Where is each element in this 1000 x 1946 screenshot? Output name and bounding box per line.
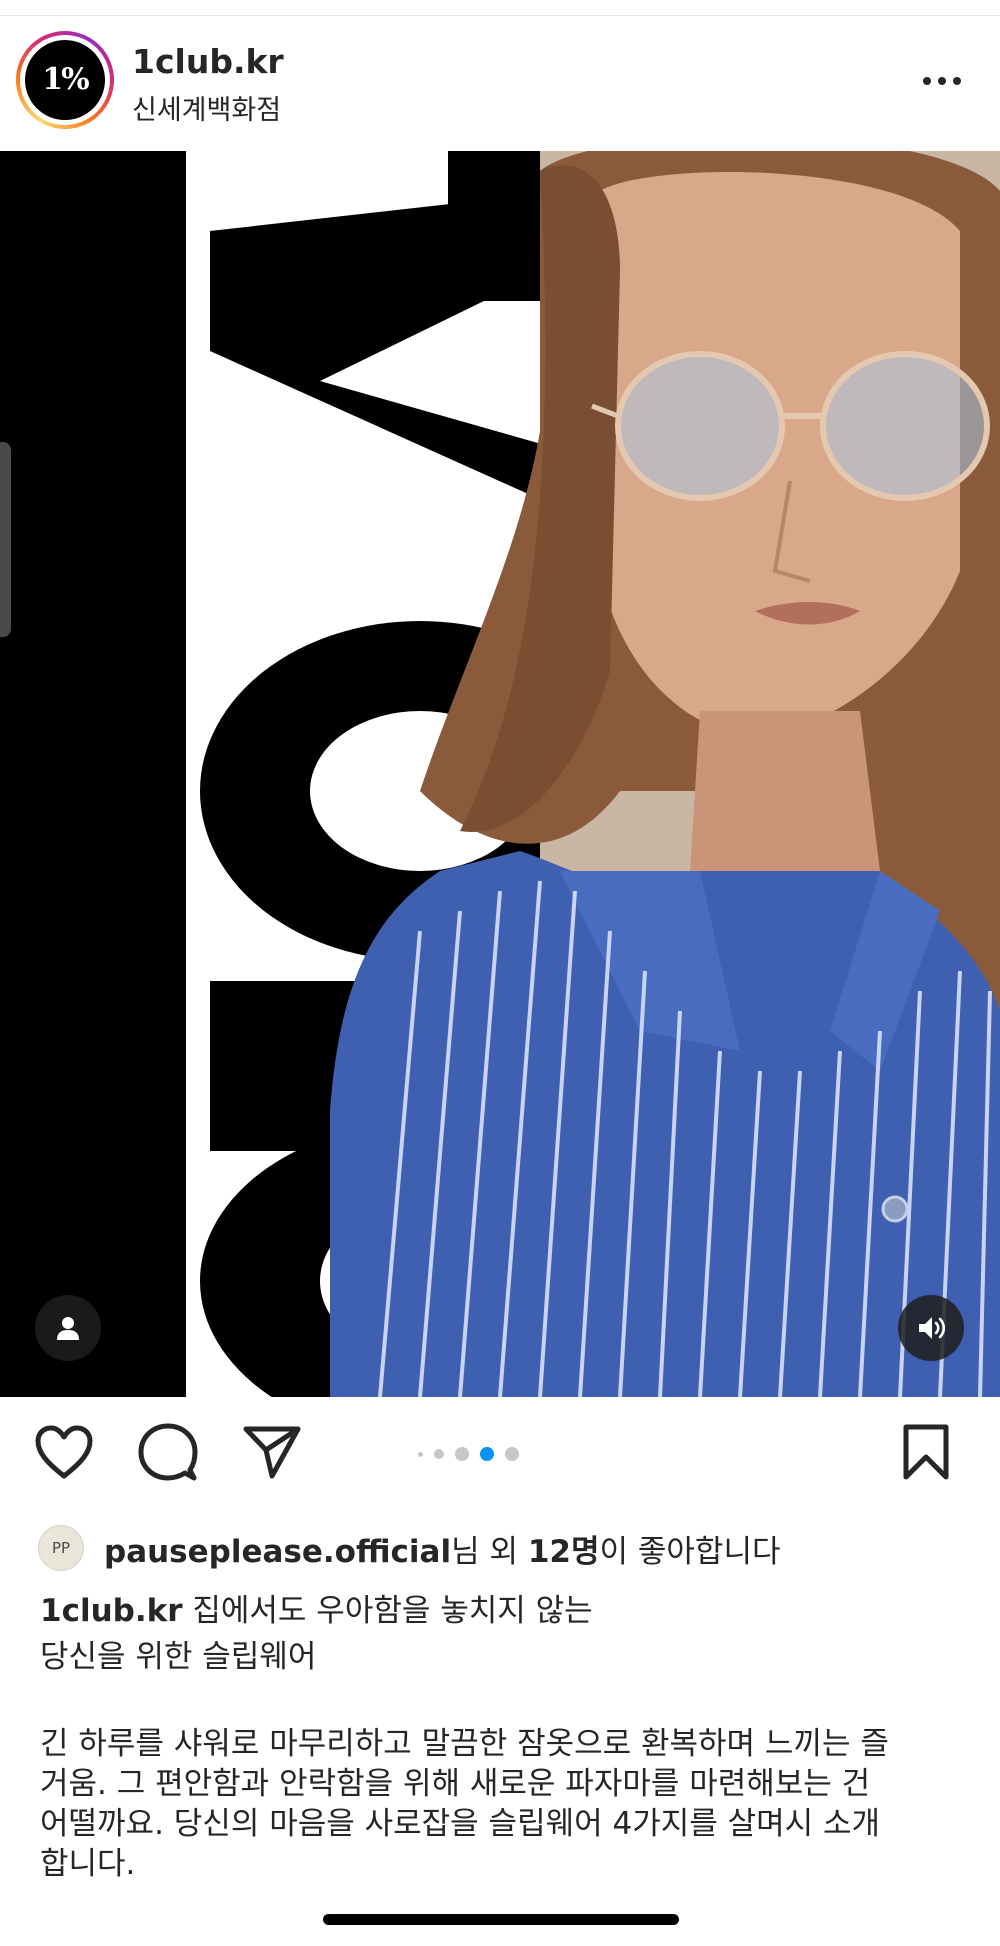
heart-icon <box>35 1425 93 1479</box>
carousel-dot-active <box>480 1447 494 1461</box>
carousel-dot <box>505 1447 519 1461</box>
liker-avatar[interactable]: PP <box>38 1525 84 1571</box>
likes-suffix-text: 이 좋아합니다 <box>599 1533 781 1570</box>
liker-name[interactable]: pauseplease.official <box>104 1534 451 1570</box>
comment-icon <box>138 1423 198 1481</box>
caption-headline-1-text: 집에서도 우아함을 놓치지 않는 <box>192 1593 593 1629</box>
carousel-dot <box>434 1449 444 1459</box>
more-dot <box>938 77 946 85</box>
sound-toggle-button[interactable] <box>898 1295 964 1361</box>
top-divider <box>0 15 1000 16</box>
caption-headline-1: 1club.kr 집에서도 우아함을 놓치지 않는 <box>40 1588 980 1634</box>
likes-summary[interactable]: PP pauseplease.official님 외 12명이 좋아합니다 <box>38 1524 978 1572</box>
comment-button[interactable] <box>136 1420 200 1484</box>
tagged-people-button[interactable] <box>35 1295 101 1361</box>
speaker-icon <box>919 1317 946 1339</box>
video-frame <box>0 151 1000 1397</box>
post-header: 1% 1club.kr 신세계백화점 <box>0 26 1000 136</box>
caption-body: 긴 하루를 샤워로 마무리하고 말끔한 잠옷으로 환복하며 느끼는 즐 거움. … <box>40 1724 980 1884</box>
likes-middle-text: 님 외 <box>451 1533 528 1570</box>
more-dot <box>923 77 931 85</box>
location[interactable]: 신세계백화점 <box>132 88 281 127</box>
side-scroll-tab[interactable] <box>0 442 11 637</box>
more-dot <box>953 77 961 85</box>
carousel-indicator <box>418 1446 519 1462</box>
bookmark-icon <box>903 1424 949 1480</box>
profile-avatar[interactable]: 1% <box>16 31 114 129</box>
username[interactable]: 1club.kr <box>132 42 284 81</box>
avatar-logo: 1% <box>25 40 105 120</box>
share-button[interactable] <box>240 1420 304 1484</box>
paper-plane-icon <box>243 1426 301 1479</box>
caption-body-line: 거움. 그 편안함과 안락함을 위해 새로운 파자마를 마련해보는 건 <box>40 1766 871 1802</box>
like-button[interactable] <box>32 1420 96 1484</box>
carousel-dot <box>418 1451 423 1457</box>
caption-body-line: 어떨까요. 당신의 마음을 사로잡을 슬립웨어 4가지를 살며시 소개 <box>40 1806 881 1842</box>
likes-text: pauseplease.official님 외 12명이 좋아합니다 <box>104 1526 781 1571</box>
caption-body-line: 합니다. <box>40 1846 136 1882</box>
post-caption: 1club.kr 집에서도 우아함을 놓치지 않는 당신을 위한 슬립웨어 긴 … <box>40 1588 980 1884</box>
more-options-button[interactable] <box>912 66 972 96</box>
person-icon <box>57 1317 79 1340</box>
save-button[interactable] <box>894 1420 958 1484</box>
home-indicator[interactable] <box>323 1914 679 1925</box>
carousel-dot <box>455 1447 469 1461</box>
caption-headline-2: 당신을 위한 슬립웨어 <box>40 1639 317 1675</box>
caption-username[interactable]: 1club.kr <box>40 1593 183 1629</box>
likes-count[interactable]: 12명 <box>528 1534 600 1570</box>
caption-body-line: 긴 하루를 샤워로 마무리하고 말끔한 잠옷으로 환복하며 느끼는 즐 <box>40 1726 889 1762</box>
action-bar <box>0 1420 1000 1500</box>
post-media[interactable] <box>0 151 1000 1397</box>
